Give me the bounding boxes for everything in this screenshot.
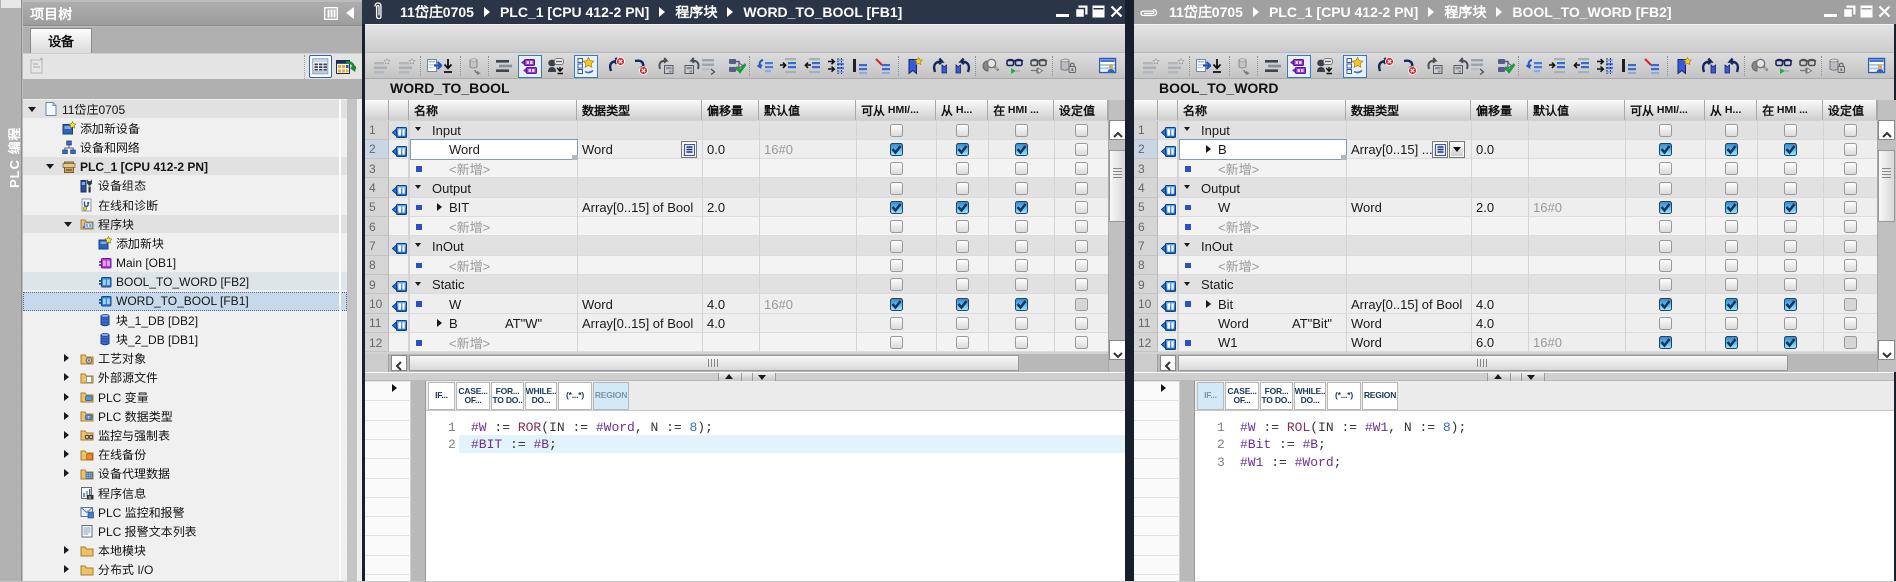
svg-text:≡: ≡ bbox=[89, 495, 92, 500]
svg-text:T: T bbox=[87, 415, 90, 420]
